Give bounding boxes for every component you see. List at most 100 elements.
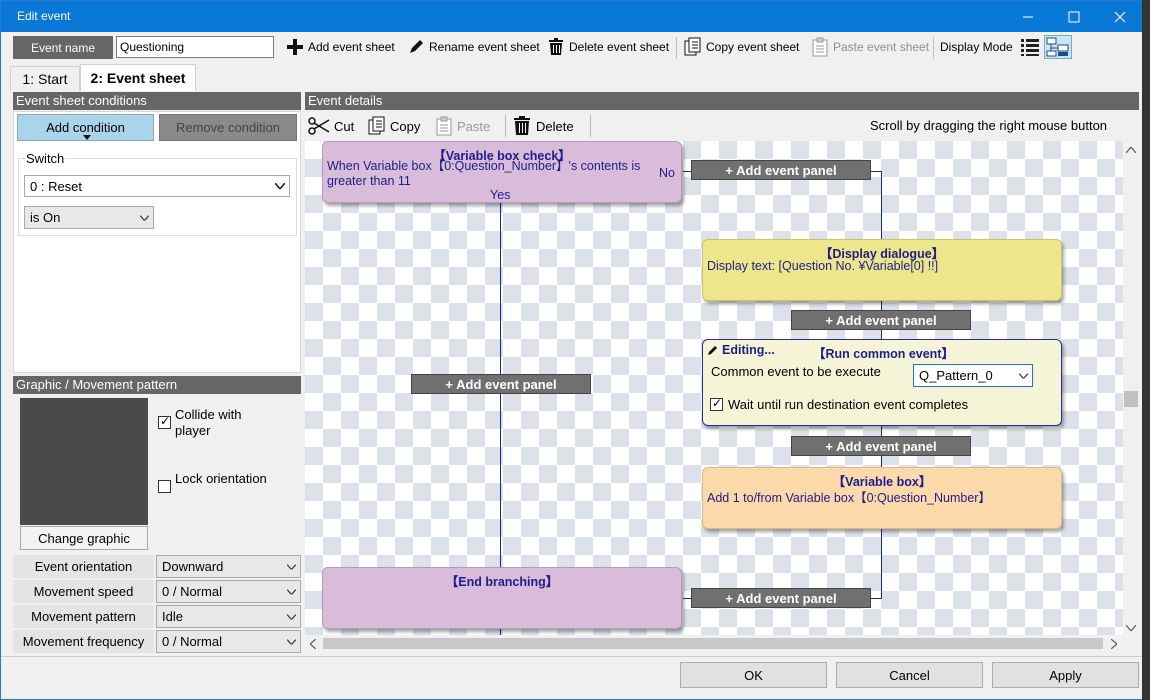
- common-event-select[interactable]: Q_Pattern_0: [913, 364, 1033, 387]
- copy-icon: [368, 116, 385, 135]
- event-orientation-label: Event orientation: [13, 555, 154, 578]
- chevron-down-icon: [140, 215, 149, 220]
- scissors-icon: [308, 117, 330, 135]
- title-bar: Edit event: [1, 1, 1142, 32]
- copy-button[interactable]: Copy: [368, 115, 420, 137]
- collide-checkbox[interactable]: [158, 414, 171, 429]
- variable-box-check-text: When Variable box【0:Question_Number】's c…: [327, 159, 641, 188]
- collide-label: Collide with player: [175, 407, 242, 438]
- add-event-panel-button[interactable]: + Add event panel: [791, 310, 971, 330]
- copy-event-sheet-label: Copy event sheet: [706, 40, 800, 54]
- close-icon: [1114, 11, 1126, 22]
- flowchart-view-icon: [1046, 37, 1069, 57]
- clipboard-icon: [812, 37, 828, 57]
- display-dialogue-card[interactable]: 【Display dialogue】 Display text: [Questi…: [702, 239, 1062, 301]
- chevron-down-icon: [275, 183, 285, 189]
- delete-label: Delete: [536, 118, 574, 134]
- flowchart-view-button[interactable]: [1044, 35, 1072, 59]
- delete-event-sheet-button[interactable]: Delete event sheet: [547, 35, 669, 59]
- end-branching-card[interactable]: 【End branching】: [322, 567, 682, 629]
- end-branching-title: 【End branching】: [445, 575, 559, 589]
- minimize-icon: [1023, 16, 1033, 17]
- add-condition-button[interactable]: Add condition: [17, 114, 154, 141]
- toolbar-divider: [676, 37, 677, 59]
- yes-label: Yes: [490, 188, 511, 202]
- vertical-scroll-thumb[interactable]: [1124, 391, 1138, 407]
- top-toolbar: Event name Add event sheet Rename event …: [11, 35, 1141, 61]
- switch-state-select[interactable]: is On: [24, 206, 154, 229]
- copy-event-sheet-button[interactable]: Copy event sheet: [684, 35, 799, 59]
- caret-down-icon: [83, 135, 91, 140]
- event-name-input[interactable]: [116, 36, 274, 58]
- chevron-down-icon: [287, 589, 296, 594]
- common-event-value: Q_Pattern_0: [919, 368, 993, 383]
- variable-box-check-card[interactable]: 【Variable box check】 When Variable box【0…: [322, 141, 682, 203]
- paste-event-sheet-button[interactable]: Paste event sheet: [811, 35, 929, 59]
- add-event-panel-button[interactable]: + Add event panel: [691, 160, 871, 180]
- chevron-left-icon: [310, 639, 316, 649]
- cut-label: Cut: [334, 118, 355, 134]
- close-button[interactable]: [1097, 1, 1143, 32]
- movement-pattern-select[interactable]: Idle: [156, 605, 301, 628]
- movement-speed-value: 0 / Normal: [162, 584, 222, 599]
- event-details-header: Event details: [305, 92, 1139, 110]
- run-common-event-card[interactable]: Editing... 【Run common event】 Common eve…: [702, 339, 1062, 426]
- chevron-up-icon: [1126, 147, 1136, 153]
- vertical-scrollbar[interactable]: [1123, 141, 1139, 635]
- cancel-button[interactable]: Cancel: [836, 662, 983, 688]
- paste-button[interactable]: Paste: [435, 115, 490, 137]
- movement-speed-label: Movement speed: [13, 580, 154, 603]
- copy-label: Copy: [390, 118, 421, 134]
- apply-button[interactable]: Apply: [992, 662, 1139, 688]
- toolbar-divider: [505, 115, 506, 137]
- switch-select-value: 0 : Reset: [30, 178, 83, 194]
- chevron-down-icon: [1019, 373, 1028, 378]
- clipboard-icon: [436, 116, 452, 136]
- remove-condition-button[interactable]: Remove condition: [159, 114, 297, 141]
- ok-button[interactable]: OK: [680, 662, 827, 688]
- variable-box-card[interactable]: 【Variable box】 Add 1 to/from Variable bo…: [702, 467, 1062, 529]
- change-graphic-button[interactable]: Change graphic: [20, 526, 148, 550]
- lock-orientation-label: Lock orientation: [175, 471, 267, 486]
- movement-pattern-value: Idle: [162, 609, 183, 624]
- movement-frequency-label: Movement frequency: [13, 630, 154, 653]
- tab-start[interactable]: 1: Start: [10, 66, 80, 91]
- graphic-header: Graphic / Movement pattern: [13, 376, 301, 394]
- rename-event-sheet-button[interactable]: Rename event sheet: [407, 35, 540, 59]
- chevron-down-icon: [287, 639, 296, 644]
- delete-button[interactable]: Delete: [512, 115, 574, 137]
- minimize-button[interactable]: [1005, 1, 1051, 32]
- maximize-button[interactable]: [1051, 1, 1097, 32]
- event-name-label: Event name: [13, 36, 113, 59]
- lock-orientation-checkbox[interactable]: [158, 480, 171, 493]
- add-event-sheet-label: Add event sheet: [308, 40, 395, 54]
- edit-event-window: Edit event Event name Add event sheet Re…: [0, 0, 1143, 700]
- list-view-button[interactable]: [1020, 35, 1040, 59]
- copy-icon: [684, 37, 701, 56]
- movement-frequency-select[interactable]: 0 / Normal: [156, 630, 301, 653]
- movement-speed-select[interactable]: 0 / Normal: [156, 580, 301, 603]
- event-orientation-value: Downward: [162, 559, 224, 574]
- add-condition-label: Add condition: [46, 120, 125, 135]
- wait-label: Wait until run destination event complet…: [728, 397, 969, 412]
- add-event-panel-button[interactable]: + Add event panel: [691, 588, 871, 608]
- pencil-icon: [410, 40, 423, 53]
- event-orientation-select[interactable]: Downward: [156, 555, 301, 578]
- wait-checkbox[interactable]: [710, 396, 723, 411]
- scroll-hint: Scroll by dragging the right mouse butto…: [870, 118, 1108, 133]
- switch-label: Switch: [25, 151, 66, 166]
- no-label: No: [659, 166, 675, 180]
- add-event-panel-button[interactable]: + Add event panel: [411, 374, 591, 394]
- switch-select[interactable]: 0 : Reset: [24, 175, 290, 197]
- horizontal-scrollbar[interactable]: [305, 635, 1123, 652]
- event-flow-canvas[interactable]: 【Variable box check】 When Variable box【0…: [305, 141, 1123, 635]
- cut-button[interactable]: Cut: [308, 115, 354, 137]
- add-event-panel-button[interactable]: + Add event panel: [791, 436, 971, 456]
- movement-pattern-label: Movement pattern: [13, 605, 154, 628]
- trash-icon: [514, 116, 530, 135]
- switch-state-value: is On: [30, 210, 61, 225]
- horizontal-scroll-thumb[interactable]: [323, 638, 1103, 649]
- tab-event-sheet[interactable]: 2: Event sheet: [80, 64, 196, 91]
- variable-box-text: Add 1 to/from Variable box【0:Question_Nu…: [707, 491, 991, 505]
- add-event-sheet-button[interactable]: Add event sheet: [286, 35, 395, 59]
